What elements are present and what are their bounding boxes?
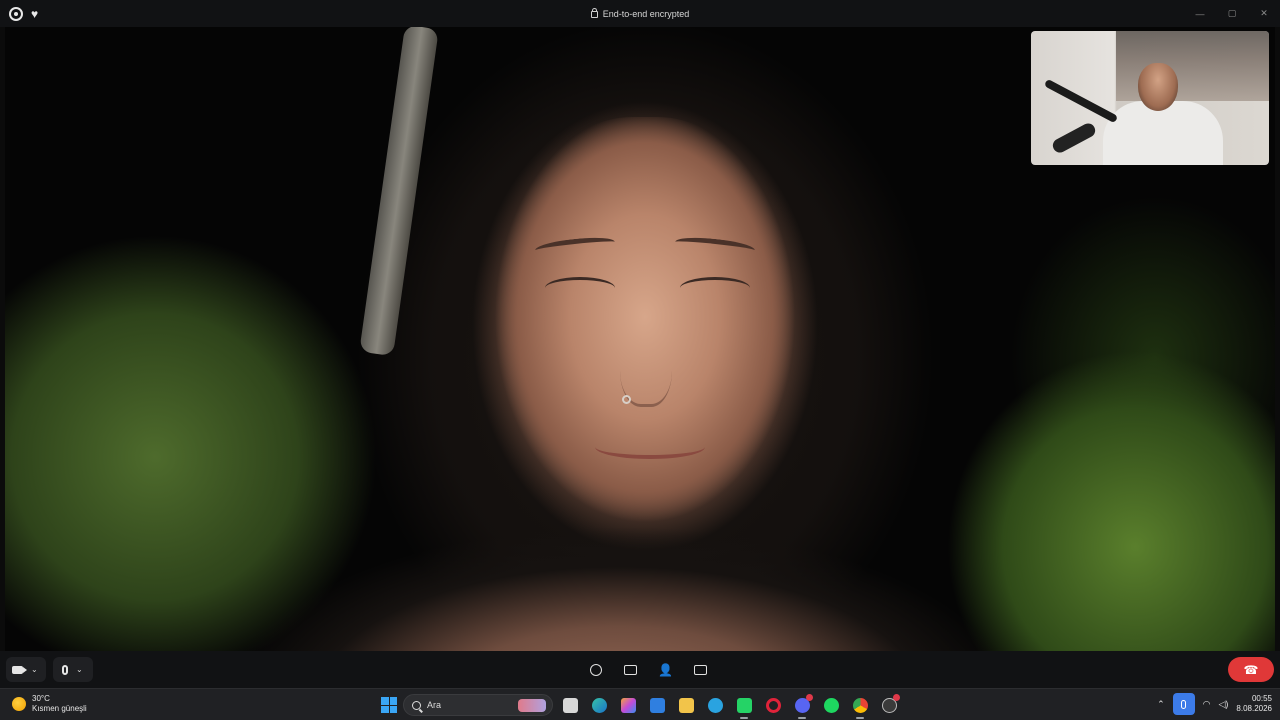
search-highlight-icon [518,699,546,712]
end-call-button[interactable]: ☎ [1228,657,1274,682]
chevron-up-icon[interactable]: ⌃ [1157,699,1165,710]
microphone-prop [1050,121,1098,155]
screen-share-button[interactable] [620,659,641,680]
caption-icon [694,664,707,675]
camera-icon [12,665,27,674]
discord-icon[interactable] [790,693,814,719]
nose-ring [622,395,631,404]
spotify-icon[interactable] [819,693,843,717]
search-icon [412,700,421,710]
minimize-button[interactable]: — [1184,0,1216,27]
phone-hangup-icon: ☎ [1243,662,1259,677]
edge-icon[interactable] [587,693,611,717]
microphone-icon [62,664,68,675]
chevron-down-icon[interactable]: ⌄ [31,665,38,674]
heart-icon[interactable]: ♥ [31,8,38,20]
reactions-button[interactable] [585,659,606,680]
clock[interactable]: 00:55 8.08.2026 [1236,694,1272,714]
maximize-button[interactable]: ▢ [1216,0,1248,27]
encryption-label: End-to-end encrypted [602,8,690,19]
window-title: End-to-end encrypted [0,8,1280,19]
whatsapp-logo-icon [9,6,23,21]
chrome-icon[interactable] [848,693,872,719]
whatsapp-icon[interactable] [732,693,756,719]
lock-icon [590,8,598,18]
weather-sun-icon [12,697,26,711]
obs-icon[interactable] [877,693,901,717]
more-options-button[interactable] [690,659,711,680]
volume-icon[interactable]: ◁) [1218,699,1228,710]
add-participant-button[interactable]: 👤 [655,659,676,680]
call-controls: ⌄ ⌄ 👤 ☎ [0,651,1280,688]
file-explorer-icon[interactable] [558,693,582,717]
telegram-icon[interactable] [703,693,727,717]
wifi-icon[interactable]: ◠ [1203,699,1211,710]
copilot-icon[interactable] [616,693,640,717]
outlook-icon[interactable] [645,693,669,717]
camera-toggle-button[interactable]: ⌄ [6,657,46,682]
weather-temp: 30°C [32,694,50,703]
weather-condition: Kısmen güneşli [32,704,87,713]
system-tray: ⌃ ◠ ◁) 00:55 8.08.2026 [1157,693,1272,715]
close-button[interactable]: ✕ [1248,0,1280,27]
folder-icon[interactable] [674,693,698,717]
taskbar: 30°C Kısmen güneşli Ara ⌃ ◠ ◁) 00:55 8.0… [0,688,1280,720]
participant-face [495,117,795,527]
chevron-down-icon[interactable]: ⌄ [76,665,83,674]
notification-badge [806,694,813,701]
opera-icon[interactable] [761,693,785,717]
title-bar: ♥ End-to-end encrypted — ▢ ✕ [0,0,1280,27]
mic-toggle-button[interactable]: ⌄ [53,657,93,682]
start-button[interactable] [380,696,398,714]
screen-share-icon [624,664,637,675]
clock-date: 8.08.2026 [1236,704,1272,713]
notification-badge [893,694,900,701]
taskbar-search[interactable]: Ara [403,694,553,716]
weather-widget[interactable]: 30°C Kısmen güneşli [12,694,87,714]
emoji-icon [589,663,602,676]
mic-in-use-icon[interactable] [1172,693,1195,715]
search-placeholder: Ara [427,700,442,710]
add-user-icon: 👤 [658,662,673,677]
clock-time: 00:55 [1251,694,1272,703]
pip-video[interactable] [1031,31,1269,165]
tree-trunk [359,27,439,357]
